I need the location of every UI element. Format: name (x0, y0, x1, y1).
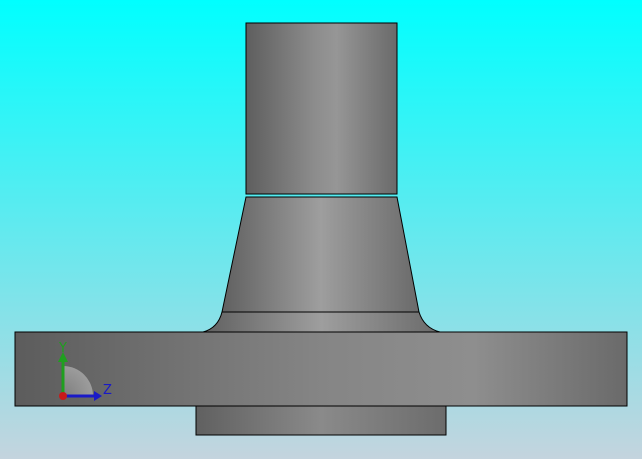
tapered-hub[interactable] (221, 196, 420, 313)
y-axis-label: Y (58, 341, 67, 356)
model-scene[interactable]: Y Z (0, 0, 642, 459)
raised-face[interactable] (195, 405, 447, 436)
x-axis-dot (59, 392, 67, 400)
z-axis-label: Z (103, 383, 112, 398)
neck-cylinder[interactable] (245, 22, 398, 195)
3d-viewport[interactable]: Y Z (0, 0, 642, 459)
fillet[interactable] (203, 312, 440, 332)
